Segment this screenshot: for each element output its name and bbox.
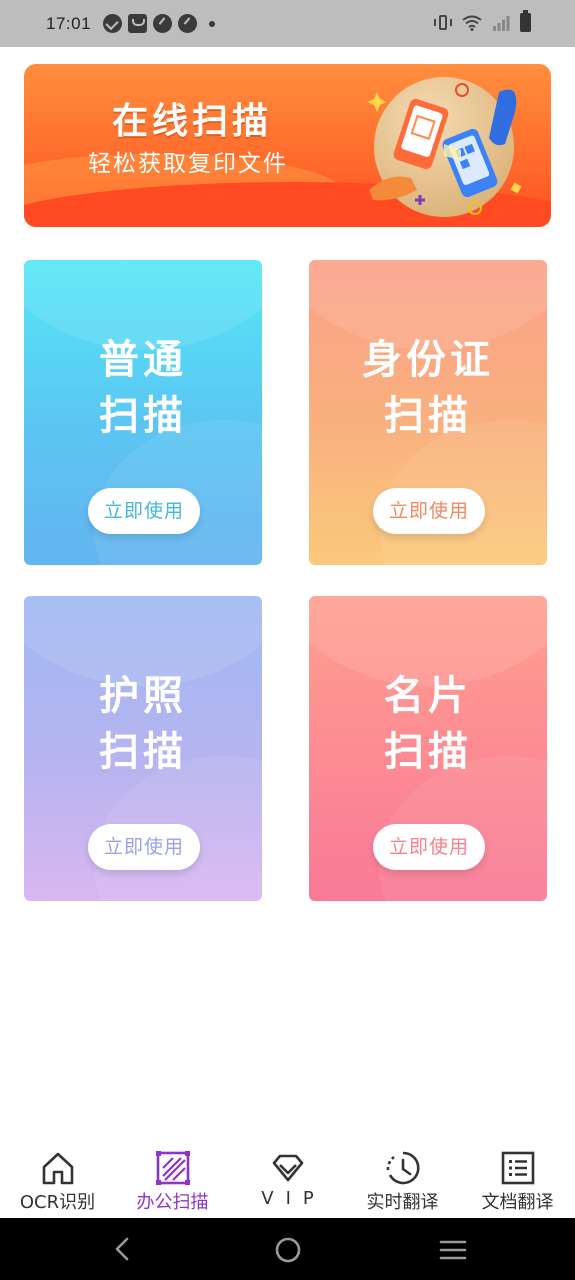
diamond-icon [272,1154,303,1182]
card-title: 护照 扫描 [24,668,262,780]
clock-icon [386,1151,419,1185]
card-title-line1: 名片 [384,673,472,719]
card-title-line1: 普通 [99,337,187,383]
system-nav-bar [0,1218,575,1280]
system-status-icons [434,10,531,32]
card-normal-scan[interactable]: 普通 扫描 立即使用 [24,260,262,565]
mail-notification-icon [128,14,148,33]
nav-vip[interactable]: VIP [230,1140,345,1218]
nav-document-translate[interactable]: 文档翻译 [460,1140,575,1218]
card-title: 身份证 扫描 [309,332,547,444]
card-title-line2: 扫描 [99,729,187,775]
nav-label: OCR识别 [19,1192,96,1213]
use-now-button[interactable]: 立即使用 [373,488,485,534]
home-icon [42,1152,73,1185]
gauge-notification-icon-2 [178,14,198,33]
screen: 17:01 在线扫描 轻松获取复印文件 普通 扫描 立即使用 身份证 扫描 立即… [0,0,575,1280]
nav-office-scan[interactable]: 办公扫描 [115,1140,230,1218]
wifi-icon [462,15,482,31]
status-time: 17:01 [46,13,92,33]
card-title-line2: 扫描 [384,393,472,439]
card-title-line2: 扫描 [384,729,472,775]
use-now-button[interactable]: 立即使用 [373,824,485,870]
bottom-nav: OCR识别 办公扫描 VIP 实时翻译 文档翻译 [0,1140,575,1218]
nav-label: 文档翻译 [481,1192,554,1213]
scan-frame-icon [155,1151,190,1185]
nav-label: VIP [261,1188,326,1209]
card-title: 普通 扫描 [24,332,262,444]
home-circle-icon[interactable] [274,1236,302,1264]
nav-ocr[interactable]: OCR识别 [0,1140,115,1218]
card-title-line1: 护照 [99,673,187,719]
banner-title: 在线扫描 [112,101,273,142]
card-business-card-scan[interactable]: 名片 扫描 立即使用 [309,596,547,901]
menu-icon[interactable] [439,1238,467,1262]
nav-realtime-translate[interactable]: 实时翻译 [345,1140,460,1218]
status-bar: 17:01 [0,0,575,47]
card-title-line1: 身份证 [362,337,494,383]
check-notification-icon [103,14,123,33]
banner-subtitle: 轻松获取复印文件 [88,151,288,177]
document-list-icon [501,1151,534,1185]
cell-signal-icon [493,15,510,31]
use-now-button[interactable]: 立即使用 [88,488,200,534]
card-title-line2: 扫描 [99,393,187,439]
gauge-notification-icon [153,14,173,33]
more-notifications-icon [209,20,216,27]
phone-scan-illustration-icon [367,77,522,217]
notification-icons [103,14,216,33]
card-passport-scan[interactable]: 护照 扫描 立即使用 [24,596,262,901]
vibrate-icon [434,14,452,32]
card-id-card-scan[interactable]: 身份证 扫描 立即使用 [309,260,547,565]
back-icon[interactable] [110,1236,134,1262]
battery-icon [520,10,531,32]
nav-label: 实时翻译 [366,1192,439,1213]
promo-banner[interactable]: 在线扫描 轻松获取复印文件 [24,64,551,227]
nav-label: 办公扫描 [136,1192,209,1213]
card-title: 名片 扫描 [309,668,547,780]
use-now-button[interactable]: 立即使用 [88,824,200,870]
